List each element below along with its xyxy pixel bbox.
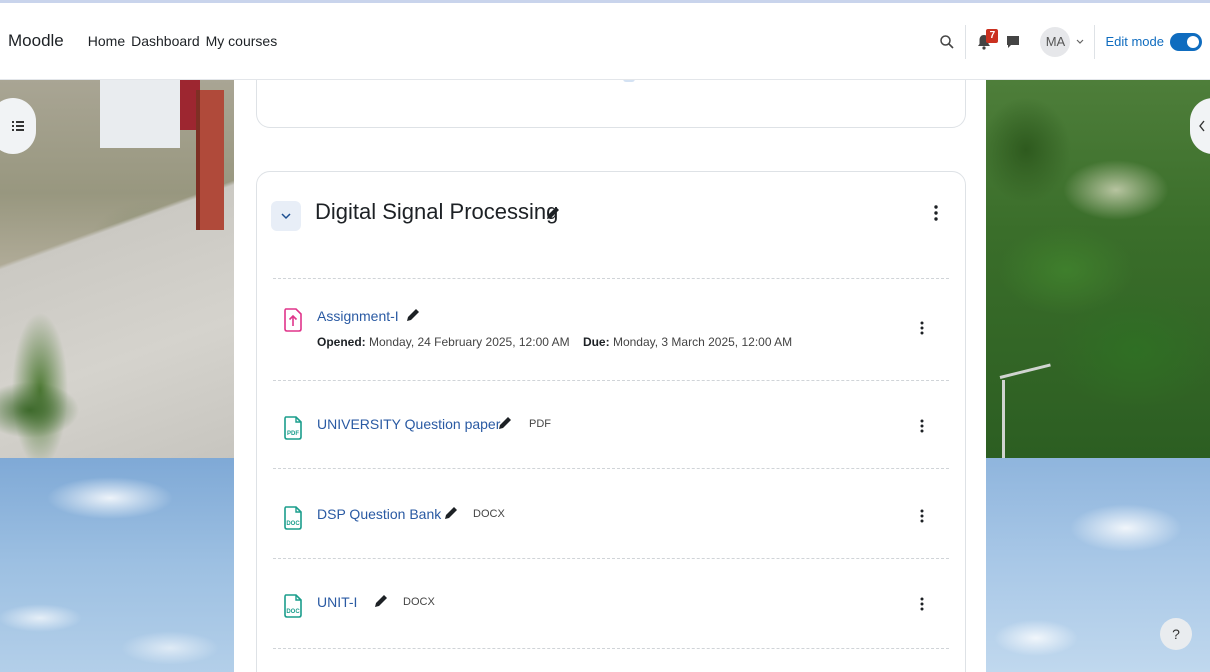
activity-divider (273, 558, 949, 559)
notification-count-badge: 7 (986, 28, 999, 43)
messages-button[interactable] (1006, 35, 1020, 49)
background-gate-pillar (196, 90, 224, 230)
due-date: Monday, 3 March 2025, 12:00 AM (612, 335, 793, 349)
user-avatar: MA (1040, 26, 1071, 57)
kebab-menu-icon (920, 597, 924, 611)
activity-divider (273, 648, 949, 649)
activity-item-unit-1: DOC UNIT-I DOCX (283, 594, 933, 620)
edit-pencil-icon[interactable] (405, 307, 421, 323)
edit-mode-toggle[interactable] (1170, 32, 1202, 51)
activity-actions-menu[interactable] (912, 317, 932, 339)
activity-divider (273, 278, 949, 279)
section-title[interactable]: Digital Signal Processing (315, 199, 558, 225)
activity-item-assignment: Assignment-I Opened: Monday, 24 February… (283, 308, 933, 356)
chevron-left-icon (1199, 120, 1205, 132)
site-brand[interactable]: Moodle (8, 31, 64, 51)
navbar-divider-edit (1094, 24, 1096, 59)
top-navbar: Moodle Home Dashboard My courses 7 MA Ed… (0, 0, 1210, 80)
activity-actions-menu[interactable] (912, 505, 932, 527)
activity-divider (273, 380, 949, 381)
activity-actions-menu[interactable] (912, 593, 932, 615)
edit-pencil-icon[interactable] (443, 505, 459, 521)
svg-text:DOC: DOC (286, 521, 300, 527)
nav-home-link[interactable]: Home (88, 33, 125, 49)
help-button[interactable]: ? (1160, 618, 1192, 650)
chevron-down-icon (1077, 39, 1084, 44)
course-content: Digital Signal Processing Assignment-I O… (234, 70, 986, 672)
activity-link-assignment[interactable]: Assignment-I (317, 308, 399, 324)
course-section-card: Digital Signal Processing Assignment-I O… (256, 171, 966, 672)
search-icon (940, 34, 955, 49)
user-menu-toggle[interactable]: MA (1040, 26, 1084, 57)
navbar-divider (965, 24, 967, 59)
kebab-menu-icon (920, 321, 924, 335)
nav-dashboard-link[interactable]: Dashboard (131, 33, 200, 49)
pdf-file-icon: PDF (284, 416, 302, 440)
file-type-label: PDF (529, 418, 551, 430)
kebab-menu-icon (920, 509, 924, 523)
activity-actions-menu[interactable] (912, 415, 932, 437)
activity-link-unit-1[interactable]: UNIT-I (317, 594, 357, 610)
activity-item-pdf: PDF UNIVERSITY Question paper PDF (283, 416, 933, 442)
docx-file-icon: DOC (284, 506, 302, 530)
background-lamp-post (1002, 380, 1005, 458)
edit-mode-switch[interactable]: Edit mode (1105, 32, 1202, 51)
section-actions-menu[interactable] (926, 202, 946, 224)
opened-label: Opened: (317, 335, 366, 349)
due-label: Due: (582, 335, 610, 349)
search-button[interactable] (939, 34, 955, 50)
activity-divider (273, 468, 949, 469)
edit-mode-label: Edit mode (1105, 34, 1164, 49)
course-index-drawer-toggle[interactable] (0, 98, 36, 154)
section-collapse-button[interactable] (271, 201, 301, 231)
opened-date: Monday, 24 February 2025, 12:00 AM (369, 335, 570, 349)
svg-text:DOC: DOC (286, 609, 300, 615)
background-building (100, 80, 180, 148)
file-type-label: DOCX (473, 508, 505, 520)
activity-link-dsp-question-bank[interactable]: DSP Question Bank (317, 506, 441, 522)
file-type-label: DOCX (403, 596, 435, 608)
edit-title-pencil-icon[interactable] (545, 205, 561, 221)
background-sky-left (0, 458, 234, 672)
list-icon (12, 121, 24, 131)
kebab-menu-icon (934, 205, 938, 221)
chevron-down-icon (281, 212, 291, 219)
background-campus-photo-right (986, 80, 1210, 458)
notifications-button[interactable]: 7 (976, 28, 999, 51)
primary-navigation: Home Dashboard My courses (88, 33, 277, 49)
nav-my-courses-link[interactable]: My courses (206, 33, 278, 49)
edit-pencil-icon[interactable] (373, 593, 389, 609)
assignment-upload-icon (284, 308, 302, 332)
kebab-menu-icon (920, 419, 924, 433)
svg-text:PDF: PDF (287, 431, 299, 437)
navbar-user-area: 7 MA Edit mode (939, 3, 1202, 80)
activity-item-docx: DOC DSP Question Bank DOCX (283, 506, 933, 532)
activity-link-university-question-paper[interactable]: UNIVERSITY Question paper (317, 416, 500, 432)
assignment-dates: Opened: Monday, 24 February 2025, 12:00 … (317, 335, 792, 349)
message-icon (1007, 35, 1020, 48)
edit-pencil-icon[interactable] (497, 415, 513, 431)
docx-file-icon: DOC (284, 594, 302, 618)
